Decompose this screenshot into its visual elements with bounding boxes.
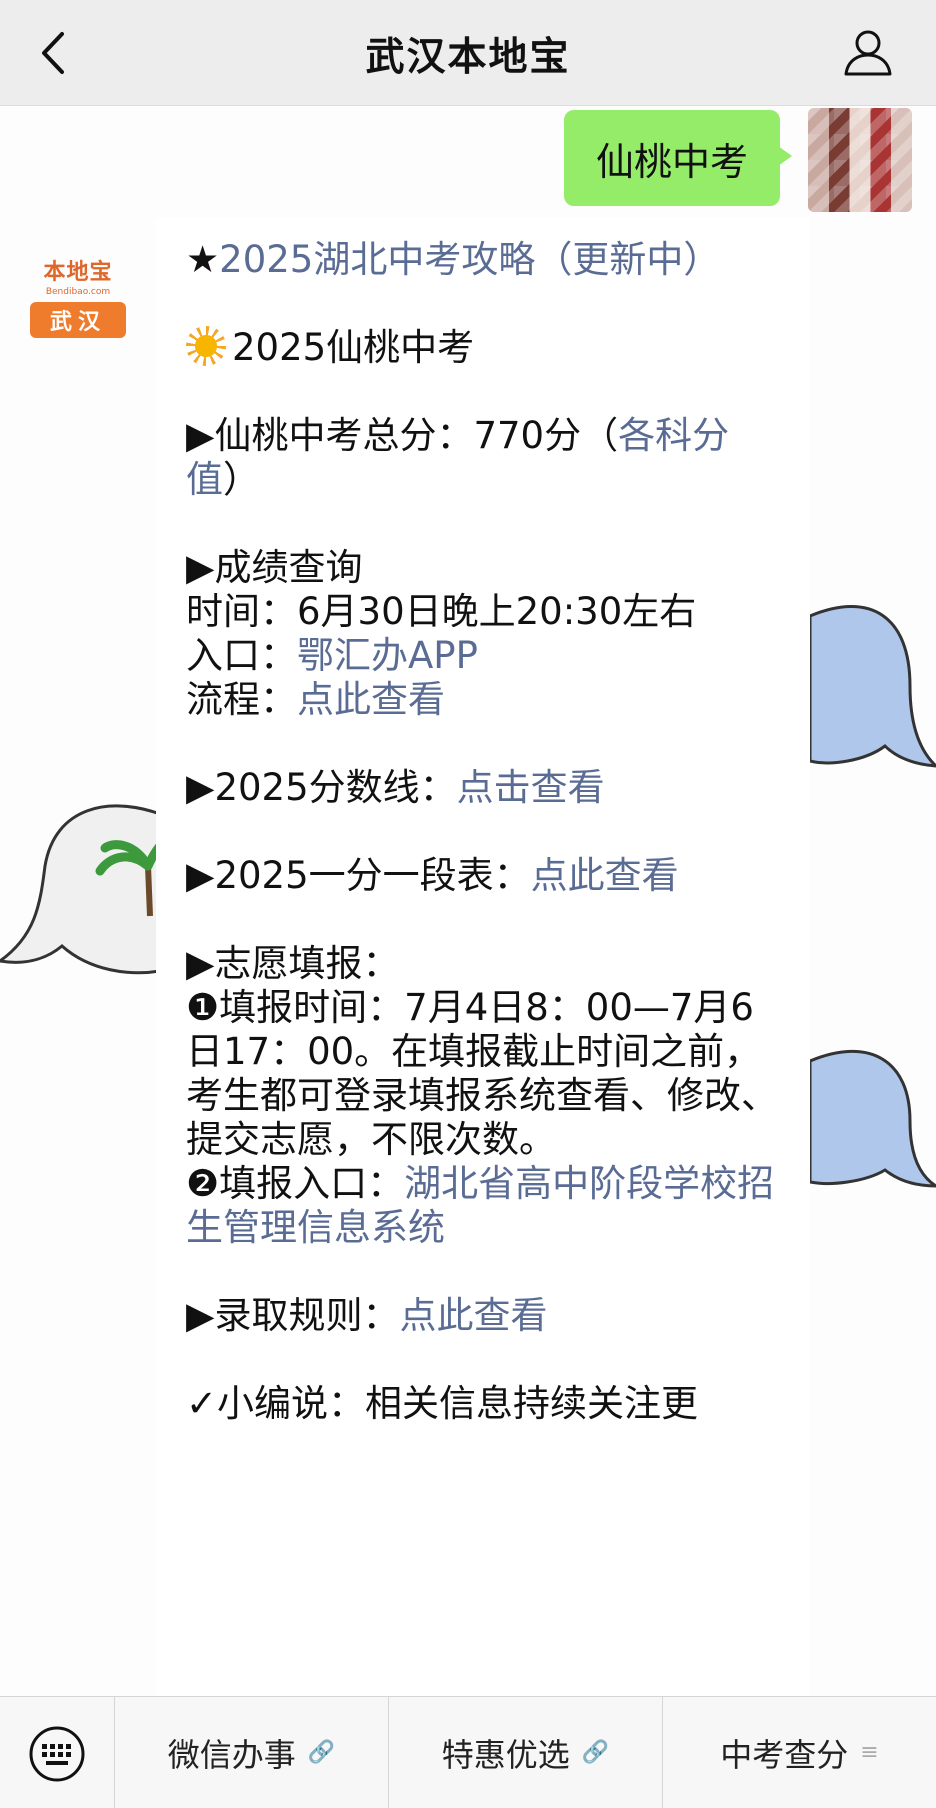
keyboard-toggle-button[interactable] [0,1697,115,1808]
sun-icon [186,326,226,366]
bottom-menu: 微信办事 🔗 特惠优选 🔗 中考查分 ≡ [0,1696,936,1808]
paren-close: ） [223,458,260,501]
admission-rules-label: ▶录取规则： [186,1294,400,1337]
rank-table-link[interactable]: 点此查看 [531,854,679,897]
score-query-entry: 入口：鄂汇办APP [186,634,780,678]
entry-label: 入口： [186,634,297,677]
logo-subtext: Bendibao.com [45,287,111,297]
guide-line: ★2025湖北中考攻略（更新中） [186,238,780,282]
ghost-blue-illustration-2 [810,1049,936,1188]
star-icon: ★ [186,238,220,281]
menu-lines-icon: ≡ [860,1740,879,1765]
ghost-blue-illustration [810,605,936,768]
cutoff-label: ▶2025分数线： [186,766,457,809]
application-time: ❶填报时间：7月4日8：00—7月6日17：00。在填报截止时间之前，考生都可登… [186,986,778,1161]
section-title-text: 2025仙桃中考 [232,326,475,369]
cutoff-link[interactable]: 点击查看 [457,766,605,809]
application-entry-label: ❷填报入口： [186,1162,405,1205]
total-score-text: ▶仙桃中考总分：770分（ [186,414,619,457]
admission-rules-line: ▶录取规则：点此查看 [186,1294,780,1338]
score-query-time: 时间：6月30日晚上20:30左右 [186,590,697,633]
score-query-flow: 流程：点此查看 [186,678,780,722]
flow-label: 流程： [186,678,297,721]
rank-table-line: ▶2025一分一段表：点此查看 [186,854,780,898]
user-message-bubble[interactable]: 仙桃中考 [563,110,793,206]
user-icon[interactable] [842,26,894,78]
section-title: 2025仙桃中考 [186,326,780,370]
admission-rules-link[interactable]: 点此查看 [399,1294,547,1337]
scroll-fade [156,1658,810,1696]
menu-score-query[interactable]: 中考查分 ≡ [663,1697,936,1808]
menu-deals[interactable]: 特惠优选 🔗 [389,1697,663,1808]
link-icon: 🔗 [307,1740,336,1765]
application-heading: ▶志愿填报： [186,942,400,985]
chat-area[interactable]: 仙桃中考 本地宝 Bendibao.com 武汉 ★2025湖北中考攻略（更新中… [0,106,936,1696]
menu-wechat-service[interactable]: 微信办事 🔗 [115,1697,389,1808]
menu-score-query-label: 中考查分 [720,1735,849,1774]
application-entry: ❷填报入口：湖北省高中阶段学校招生管理信息系统 [186,1162,780,1250]
menu-deals-label: 特惠优选 [441,1735,570,1774]
entry-link[interactable]: 鄂汇办APP [297,634,478,677]
editor-note-partial: ✓小编说：相关信息持续关注更 [186,1382,699,1425]
menu-wechat-service-label: 微信办事 [167,1735,296,1774]
bot-message-card: ★2025湖北中考攻略（更新中） 2025仙桃中考 ▶仙桃中考总分：770分（各… [156,218,810,1696]
bot-avatar[interactable]: 本地宝 Bendibao.com 武汉 [28,260,128,348]
rank-table-label: ▶2025一分一段表： [186,854,531,897]
page-title: 武汉本地宝 [365,35,571,80]
user-avatar[interactable] [808,108,912,212]
guide-link[interactable]: 2025湖北中考攻略（更新中） [219,238,720,281]
logo-text: 本地宝 [43,260,113,285]
total-score-line: ▶仙桃中考总分：770分（各科分值） [186,414,780,502]
ghost-palm-illustration [0,804,160,975]
user-message-text: 仙桃中考 [595,139,748,184]
cutoff-line: ▶2025分数线：点击查看 [186,766,780,810]
nav-bar: 武汉本地宝 [0,0,936,106]
score-query-heading: ▶成绩查询 [186,546,363,589]
link-icon: 🔗 [581,1740,610,1765]
logo-city: 武汉 [30,302,126,338]
flow-link[interactable]: 点此查看 [297,678,445,721]
keyboard-icon [29,1726,85,1782]
